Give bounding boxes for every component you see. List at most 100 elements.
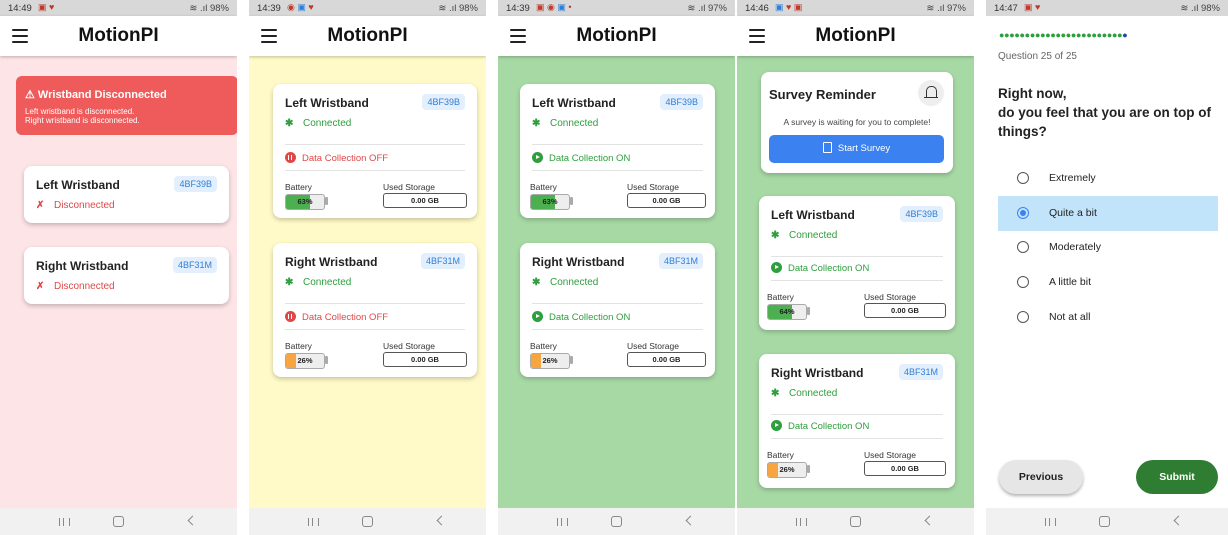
wristband-id-badge: 4BF39B bbox=[174, 176, 217, 192]
status-bar: 14:49 ▣ ♥ ≋ .ıl 98% bbox=[0, 0, 237, 16]
right-wristband-card[interactable]: Right Wristband 4BF31M ✱ Connected Data C… bbox=[759, 354, 955, 488]
radio-button[interactable] bbox=[1017, 172, 1029, 184]
screen-disconnected: 14:49 ▣ ♥ ≋ .ıl 98% MotionPI ⚠ Wristband… bbox=[0, 0, 237, 535]
data-collection-status[interactable]: Data Collection ON bbox=[771, 262, 869, 274]
divider bbox=[285, 329, 465, 330]
home-icon[interactable] bbox=[362, 516, 373, 527]
battery-percent: 26% bbox=[297, 356, 313, 365]
wristband-title: Left Wristband bbox=[532, 96, 616, 110]
divider bbox=[285, 144, 465, 145]
pause-icon bbox=[285, 311, 296, 322]
wristband-id-badge: 4BF39B bbox=[422, 94, 465, 110]
data-collection-status[interactable]: Data Collection OFF bbox=[285, 152, 388, 164]
back-icon[interactable] bbox=[685, 515, 696, 526]
status-bar: 14:46 ▣ ♥ ▣ ≋ .ıl 97% bbox=[737, 0, 974, 16]
battery-label: Battery bbox=[285, 341, 312, 351]
main-content: Survey Reminder A survey is waiting for … bbox=[737, 56, 974, 508]
storage-value: 0.00 GB bbox=[864, 461, 946, 476]
option-a-little-bit[interactable]: A little bit bbox=[998, 265, 1218, 300]
back-icon[interactable] bbox=[187, 515, 198, 526]
right-wristband-card[interactable]: Right Wristband 4BF31M ✗ Disconnected bbox=[24, 247, 229, 304]
divider bbox=[532, 303, 703, 304]
data-collection-status[interactable]: Data Collection ON bbox=[771, 420, 869, 432]
bell-icon[interactable] bbox=[918, 80, 944, 106]
wristband-title: Right Wristband bbox=[36, 259, 129, 273]
recents-icon[interactable] bbox=[308, 518, 319, 526]
status-bar: 14:39 ▣ ◉ ▣ • ≋ .ıl 97% bbox=[498, 0, 735, 16]
radio-button[interactable] bbox=[1017, 311, 1029, 323]
bluetooth-connected-icon: ✱ bbox=[285, 118, 294, 129]
battery-indicator: 63% bbox=[530, 194, 570, 210]
status-signal-battery: ≋ .ıl 98% bbox=[189, 3, 229, 14]
status-signal-battery: ≋ .ıl 97% bbox=[926, 3, 966, 14]
option-not-at-all[interactable]: Not at all bbox=[998, 300, 1218, 335]
home-icon[interactable] bbox=[113, 516, 124, 527]
play-icon bbox=[532, 311, 543, 322]
wristband-id-badge: 4BF31M bbox=[420, 253, 465, 269]
left-wristband-card[interactable]: Left Wristband 4BF39B ✱ Connected Data Co… bbox=[759, 196, 955, 330]
home-icon[interactable] bbox=[611, 516, 622, 527]
submit-button[interactable]: Submit bbox=[1136, 460, 1218, 494]
radio-button[interactable] bbox=[1017, 276, 1029, 288]
wristband-id-badge: 4BF39B bbox=[660, 94, 703, 110]
home-icon[interactable] bbox=[1099, 516, 1110, 527]
nav-bar bbox=[986, 508, 1228, 535]
bluetooth-connected-icon: ✱ bbox=[532, 118, 541, 129]
alert-title: ⚠ Wristband Disconnected bbox=[25, 89, 167, 101]
bluetooth-connected-icon: ✱ bbox=[771, 388, 780, 399]
radio-button[interactable] bbox=[1017, 241, 1029, 253]
bluetooth-connected-icon: ✱ bbox=[285, 277, 294, 288]
left-wristband-card[interactable]: Left Wristband 4BF39B ✗ Disconnected bbox=[24, 166, 229, 223]
recents-icon[interactable] bbox=[796, 518, 807, 526]
right-wristband-card[interactable]: Right Wristband 4BF31M ✱ Connected Data C… bbox=[520, 243, 715, 377]
connection-status: ✱ Connected bbox=[532, 277, 599, 288]
wristband-title: Left Wristband bbox=[36, 178, 120, 192]
play-icon bbox=[532, 152, 543, 163]
wristband-id-badge: 4BF31M bbox=[172, 257, 217, 273]
notification-icons: ▣ ♥ bbox=[1024, 2, 1041, 12]
back-icon[interactable] bbox=[924, 515, 935, 526]
battery-percent: 63% bbox=[297, 197, 313, 206]
left-wristband-card[interactable]: Left Wristband 4BF39B ✱ Connected Data Co… bbox=[273, 84, 477, 218]
recents-icon[interactable] bbox=[1045, 518, 1056, 526]
right-wristband-card[interactable]: Right Wristband 4BF31M ✱ Connected Data C… bbox=[273, 243, 477, 377]
divider bbox=[532, 170, 703, 171]
data-collection-status[interactable]: Data Collection ON bbox=[532, 311, 630, 323]
bluetooth-disabled-icon: ✗ bbox=[36, 200, 45, 211]
previous-button[interactable]: Previous bbox=[999, 460, 1083, 494]
option-extremely[interactable]: Extremely bbox=[998, 161, 1218, 196]
connection-status: ✱ Connected bbox=[285, 277, 352, 288]
alert-line-right: Right wristband is disconnected. bbox=[25, 116, 140, 125]
battery-cap bbox=[325, 197, 328, 205]
divider bbox=[532, 329, 703, 330]
connection-status: ✱ Connected bbox=[532, 118, 599, 129]
back-icon[interactable] bbox=[436, 515, 447, 526]
storage-value: 0.00 GB bbox=[383, 352, 467, 367]
main-content: Left Wristband 4BF39B ✱ Connected Data Co… bbox=[498, 56, 735, 508]
recents-icon[interactable] bbox=[59, 518, 70, 526]
option-quite-a-bit[interactable]: Quite a bit bbox=[998, 196, 1218, 231]
battery-percent: 64% bbox=[779, 307, 795, 316]
status-time: 14:46 bbox=[745, 3, 769, 14]
home-icon[interactable] bbox=[850, 516, 861, 527]
wristband-title: Right Wristband bbox=[771, 366, 864, 380]
battery-indicator: 26% bbox=[285, 353, 325, 369]
screen-survey-reminder: 14:46 ▣ ♥ ▣ ≋ .ıl 97% MotionPI Survey Re… bbox=[737, 0, 974, 535]
back-icon[interactable] bbox=[1173, 515, 1184, 526]
notification-icons: ▣ ◉ ▣ • bbox=[536, 2, 572, 12]
option-moderately[interactable]: Moderately bbox=[998, 230, 1218, 265]
storage-label: Used Storage bbox=[383, 341, 435, 351]
start-survey-button[interactable]: Start Survey bbox=[769, 135, 944, 163]
data-collection-status[interactable]: Data Collection OFF bbox=[285, 311, 388, 323]
data-collection-status[interactable]: Data Collection ON bbox=[532, 152, 630, 164]
survey-title: Survey Reminder bbox=[769, 87, 876, 102]
radio-button-selected[interactable] bbox=[1017, 207, 1029, 219]
app-title: MotionPI bbox=[327, 25, 408, 46]
battery-label: Battery bbox=[530, 182, 557, 192]
left-wristband-card[interactable]: Left Wristband 4BF39B ✱ Connected Data Co… bbox=[520, 84, 715, 218]
recents-icon[interactable] bbox=[557, 518, 568, 526]
storage-label: Used Storage bbox=[383, 182, 435, 192]
connection-status: ✗ Disconnected bbox=[36, 281, 115, 292]
battery-cap bbox=[807, 307, 810, 315]
bluetooth-disabled-icon: ✗ bbox=[36, 281, 45, 292]
